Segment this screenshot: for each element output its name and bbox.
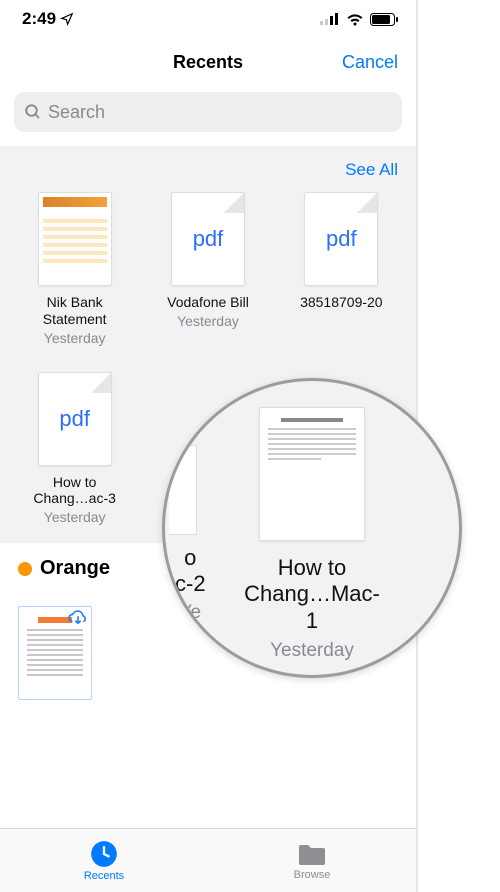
tab-bar: Recents Browse xyxy=(0,828,416,892)
nav-bar: Recents Cancel xyxy=(0,38,416,86)
orange-tag-icon xyxy=(18,562,32,576)
pdf-badge: pdf xyxy=(193,226,224,252)
search-icon xyxy=(24,103,42,121)
magnified-adjacent-text: o c-2 Ye xyxy=(175,545,206,625)
tab-label: Browse xyxy=(294,869,331,881)
status-indicators xyxy=(320,13,398,26)
file-item[interactable]: pdf 38518709-20 xyxy=(279,192,404,346)
cancel-button[interactable]: Cancel xyxy=(342,52,398,73)
search-input[interactable]: Search xyxy=(14,92,402,132)
nav-title: Recents xyxy=(173,52,243,73)
magnified-file-name: How to Chang…Mac-1 xyxy=(242,555,382,634)
wifi-icon xyxy=(346,13,364,26)
battery-icon xyxy=(370,13,398,26)
tab-recents[interactable]: Recents xyxy=(0,829,208,892)
file-name: How to Chang…ac-3 xyxy=(33,474,116,508)
search-container: Search xyxy=(0,86,416,142)
file-thumbnail: pdf xyxy=(171,192,245,286)
status-time: 2:49 xyxy=(22,9,56,29)
search-placeholder: Search xyxy=(48,102,105,123)
magnified-thumbnail xyxy=(259,407,365,541)
file-name: Nik Bank Statement xyxy=(43,294,107,328)
magnified-file[interactable]: How to Chang…Mac-1 Yesterday xyxy=(242,407,382,662)
clock-icon xyxy=(90,840,118,868)
see-all-button[interactable]: See All xyxy=(345,160,398,180)
file-date: Yesterday xyxy=(44,330,106,346)
magnified-file-date: Yesterday xyxy=(242,640,382,662)
location-arrow-icon xyxy=(60,12,74,26)
file-date: Yesterday xyxy=(177,313,239,329)
tab-browse[interactable]: Browse xyxy=(208,829,416,892)
magnified-adjacent-thumb xyxy=(169,445,197,535)
file-item[interactable]: Nik Bank Statement Yesterday xyxy=(12,192,137,346)
tab-label: Recents xyxy=(84,870,124,882)
pdf-badge: pdf xyxy=(326,226,357,252)
file-thumbnail: pdf xyxy=(304,192,378,286)
file-item[interactable]: pdf Vodafone Bill Yesterday xyxy=(145,192,270,346)
file-name: 38518709-20 xyxy=(300,294,383,311)
cellular-signal-icon xyxy=(320,13,340,25)
file-thumbnail[interactable] xyxy=(18,606,92,700)
cloud-download-icon xyxy=(67,609,89,627)
file-item[interactable]: pdf How to Chang…ac-3 Yesterday xyxy=(12,372,137,526)
orange-label: Orange xyxy=(40,557,110,580)
pdf-badge: pdf xyxy=(59,406,90,432)
file-thumbnail xyxy=(38,192,112,286)
magnifier-overlay: o c-2 Ye How to Chang…Mac-1 Yesterday xyxy=(162,378,462,678)
status-time-group: 2:49 xyxy=(22,9,74,29)
see-all-row: See All xyxy=(0,156,416,192)
file-thumbnail: pdf xyxy=(38,372,112,466)
file-date: Yesterday xyxy=(44,509,106,525)
folder-icon xyxy=(297,841,327,867)
status-bar: 2:49 xyxy=(0,0,416,38)
file-name: Vodafone Bill xyxy=(167,294,249,311)
